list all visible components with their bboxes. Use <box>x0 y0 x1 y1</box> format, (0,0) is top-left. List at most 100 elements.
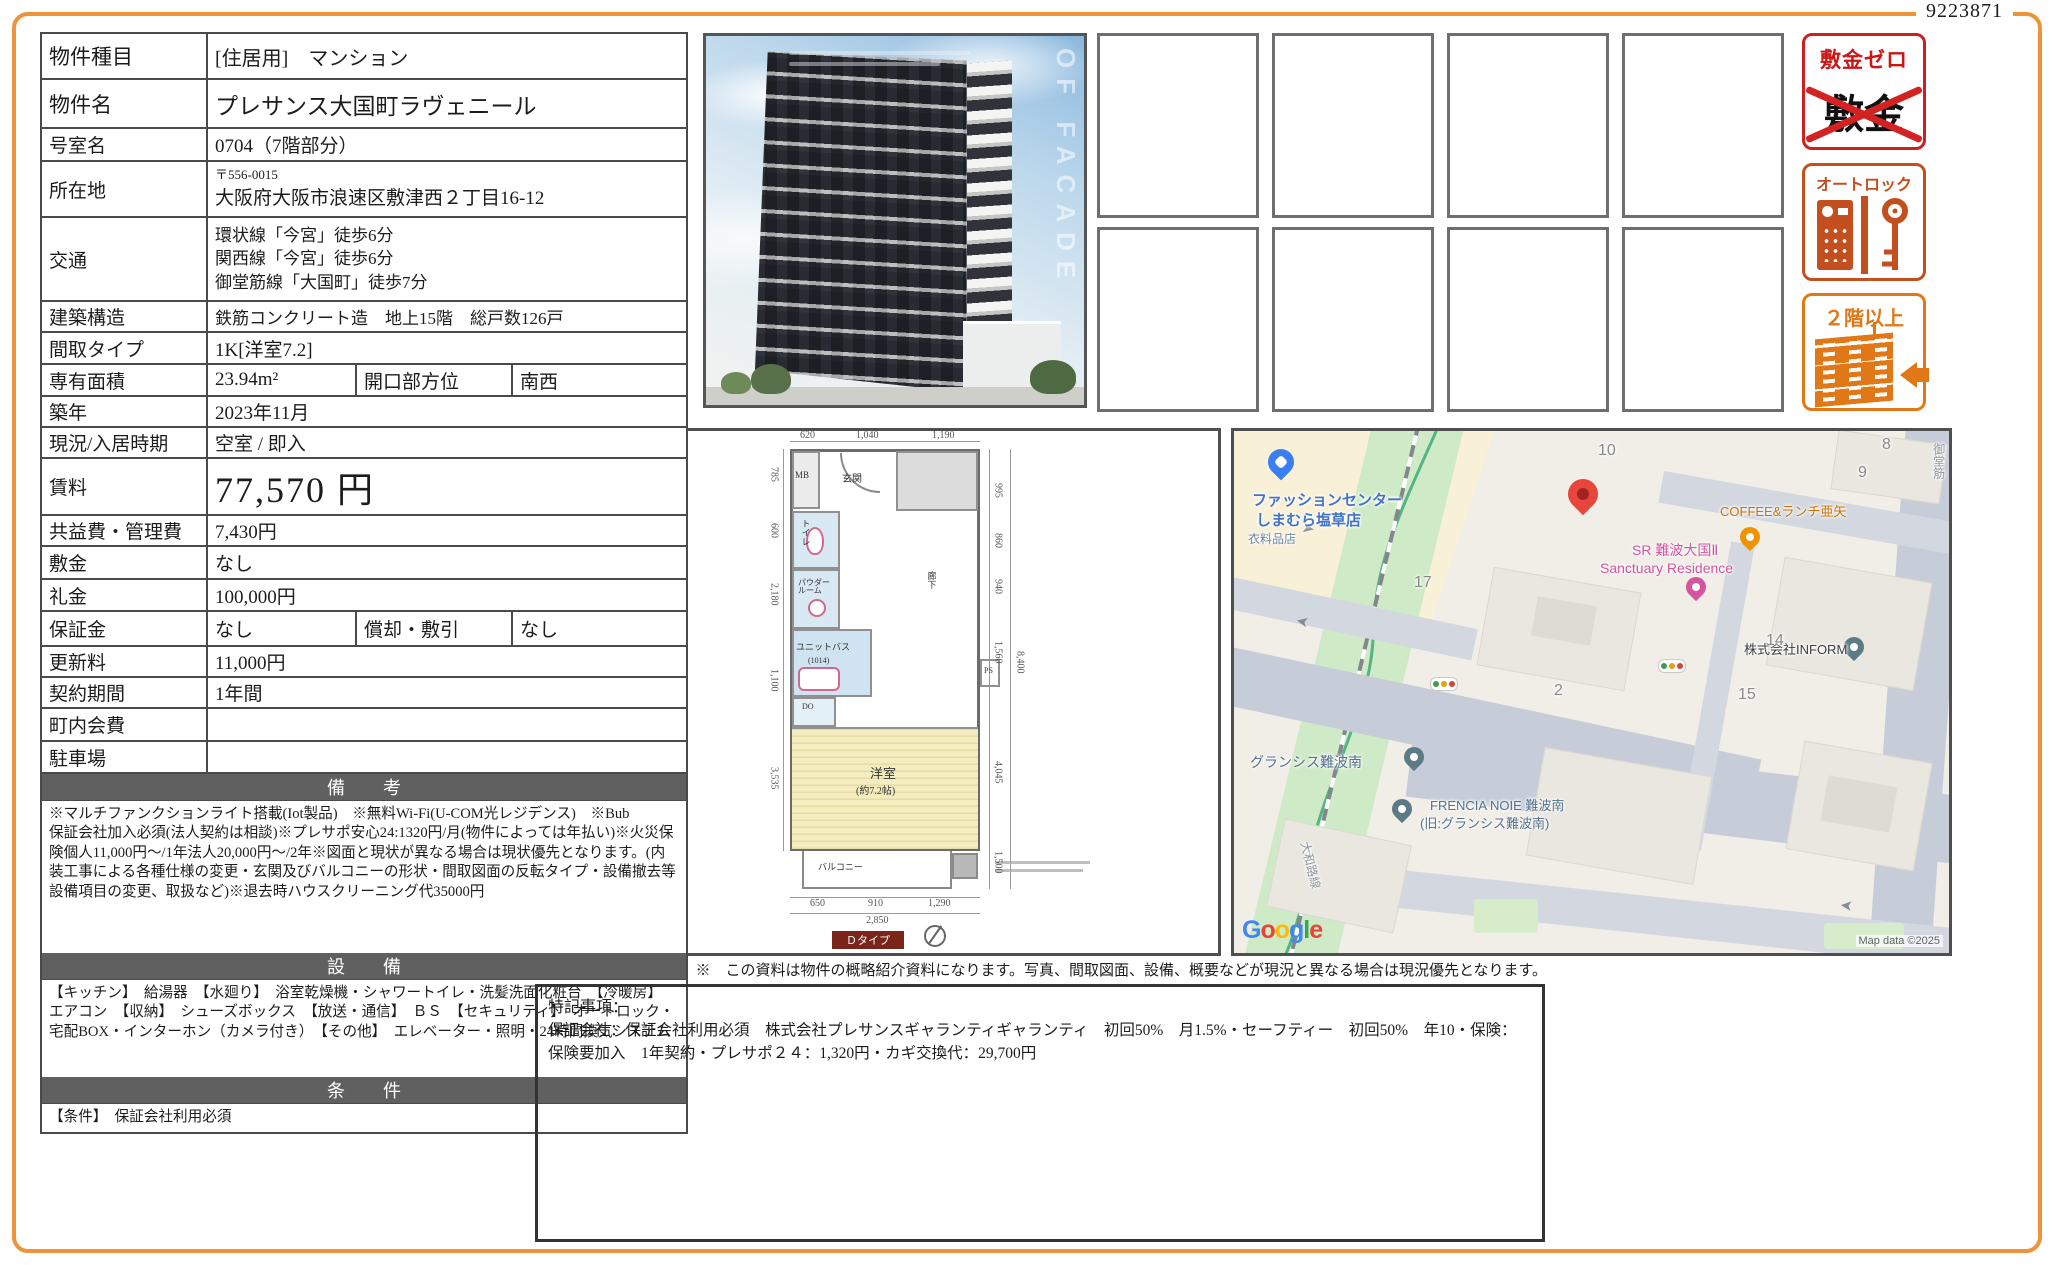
row-label2-guarantee: 償却・敷引 <box>355 612 513 645</box>
photo-caption-line <box>789 62 940 66</box>
row-label2-area: 開口部方位 <box>355 365 513 395</box>
table-row-deposit: 敷金なし <box>42 547 686 580</box>
plan-room-label: パウダー ルーム <box>798 579 830 596</box>
row-label-layout: 間取タイプ <box>42 333 208 363</box>
row-label-status: 現況/入居時期 <box>42 428 208 457</box>
plan-room-label: 洋室 <box>870 767 896 781</box>
plan-dimension: 4,045 <box>992 761 1003 784</box>
special-notes-title: 特記事項： <box>548 993 1532 1017</box>
map-poi-pin-gray <box>1388 795 1416 823</box>
plan-dimension: 1,190 <box>932 431 955 442</box>
map-label: 10 <box>1598 443 1616 460</box>
row-label-neighborhood_fee: 町内会費 <box>42 709 208 740</box>
row-label-structure: 建築構造 <box>42 302 208 331</box>
map-label: 御堂筋 <box>1932 443 1945 479</box>
photo-placeholder <box>1272 227 1434 412</box>
badge-autolock: オートロック <box>1802 163 1926 281</box>
plan-dimension: 8,400 <box>1014 651 1025 674</box>
row-label-name: 物件名 <box>42 80 208 127</box>
building-icon <box>1815 333 1893 408</box>
dim-line <box>783 449 784 851</box>
row-label-type: 物件種目 <box>42 34 208 78</box>
table-row-name: 物件名プレサンス大国町ラヴェニール <box>42 80 686 129</box>
row-value-parking <box>208 742 686 772</box>
row-value2-area: 南西 <box>513 365 686 395</box>
photo-placeholder <box>1097 227 1259 412</box>
row-value-structure: 鉄筋コンクリート造 地上15階 総戸数126戸 <box>208 302 686 331</box>
document-number: 9223871 <box>1916 0 2013 23</box>
table-row-address: 所在地〒556-0015大阪府大阪市浪速区敷津西２丁目16-12 <box>42 162 686 218</box>
photo-watermark: OF FACADE <box>1050 48 1081 288</box>
photo-placeholder <box>1447 227 1609 412</box>
plan-dimension: 940 <box>992 579 1003 594</box>
table-row-parking: 駐車場 <box>42 742 686 774</box>
plan-dimension: 1,040 <box>856 431 879 442</box>
photo-caption-line <box>789 51 970 55</box>
table-row-rent: 賃料77,570 円 <box>42 459 686 516</box>
photo-bush <box>1030 360 1076 394</box>
row-value-area: 23.94m² <box>208 365 355 395</box>
address-text: 大阪府大阪市浪速区敷津西２丁目16-12 <box>215 183 679 210</box>
road-direction-arrow: ➤ <box>1839 896 1853 915</box>
plan-room-label: 玄関 <box>842 475 862 486</box>
row-label-area: 専有面積 <box>42 365 208 395</box>
map-label: COFFEE&ランチ亜矢 <box>1720 505 1846 519</box>
map[interactable]: ファッションセンターしまむら塩草店衣料品店グランシス難波南FRENCIA NOI… <box>1231 428 1952 956</box>
row-value-name: プレサンス大国町ラヴェニール <box>208 80 686 127</box>
table-row-key_money: 礼金100,000円 <box>42 580 686 612</box>
row-label-renewal_fee: 更新料 <box>42 647 208 676</box>
plan-dimension: 910 <box>868 899 883 910</box>
plan-room-label: ユニットバス <box>796 643 850 652</box>
row-value-layout: 1K[洋室7.2] <box>208 333 686 363</box>
table-row-built: 築年2023年11月 <box>42 397 686 428</box>
map-label: 衣料品店 <box>1248 533 1296 546</box>
row-value-renewal_fee: 11,000円 <box>208 647 686 676</box>
dim-line <box>790 913 980 914</box>
map-label: 8 <box>1882 437 1891 454</box>
access-line: 環状線「今宮」徒歩6分 <box>215 224 679 247</box>
badge-autolock-label: オートロック <box>1805 171 1923 195</box>
map-label: 15 <box>1738 687 1756 704</box>
disclaimer-note: ※ この資料は物件の概略紹介資料になります。写真、間取図面、設備、概要などが現況… <box>535 959 1547 980</box>
intercom-icon <box>1817 200 1853 270</box>
map-label: 9 <box>1858 465 1867 482</box>
basin-fixture <box>808 599 826 617</box>
map-label: 17 <box>1414 575 1432 592</box>
table-row-structure: 建築構造鉄筋コンクリート造 地上15階 総戸数126戸 <box>42 302 686 333</box>
evacuation-hatch <box>952 853 978 879</box>
plan-dimension: 1,560 <box>992 641 1003 664</box>
plan-type-chip: Ｄタイプ <box>832 931 904 949</box>
table-row-neighborhood_fee: 町内会費 <box>42 709 686 742</box>
key-icon <box>1875 196 1915 278</box>
row-label-term: 契約期間 <box>42 678 208 707</box>
plan-room-label: トイレ <box>800 519 809 546</box>
divider <box>1861 196 1868 274</box>
row-value-room_no: 0704（7階部分） <box>208 129 686 160</box>
photo-placeholder <box>1097 33 1259 218</box>
plan-dimension: 860 <box>992 533 1003 548</box>
row-label-parking: 駐車場 <box>42 742 208 772</box>
map-label: ファッションセンター <box>1252 493 1402 509</box>
photo-placeholder <box>1272 33 1434 218</box>
plan-dimension: 2,850 <box>866 916 889 927</box>
row-label-room_no: 号室名 <box>42 129 208 160</box>
table-row-room_no: 号室名0704（7階部分） <box>42 129 686 162</box>
table-row-common_fee: 共益費・管理費7,430円 <box>42 516 686 547</box>
row-value-address: 〒556-0015大阪府大阪市浪速区敷津西２丁目16-12 <box>208 162 686 216</box>
map-label: 株式会社INFORM <box>1744 643 1847 657</box>
dim-line <box>1010 449 1011 889</box>
table-row-term: 契約期間1年間 <box>42 678 686 709</box>
row-value-access: 環状線「今宮」徒歩6分関西線「今宮」徒歩6分御堂筋線「大国町」徒歩7分 <box>208 218 686 300</box>
plan-dimension: 995 <box>992 483 1003 498</box>
plan-dimension: 1,290 <box>928 899 951 910</box>
table-row-layout: 間取タイプ1K[洋室7.2] <box>42 333 686 365</box>
property-sheet: 9223871 物件種目[住居用] マンション物件名プレサンス大国町ラヴェニール… <box>0 0 2056 1265</box>
row-value-type: [住居用] マンション <box>208 34 686 78</box>
row-label-key_money: 礼金 <box>42 580 208 610</box>
google-logo: Google <box>1242 916 1322 945</box>
row-label-rent: 賃料 <box>42 459 208 514</box>
row-value-key_money: 100,000円 <box>208 580 686 610</box>
plan-room-label: バルコニー <box>818 863 863 872</box>
building-tower <box>755 48 967 393</box>
map-label: しまむら塩草店 <box>1256 513 1361 529</box>
